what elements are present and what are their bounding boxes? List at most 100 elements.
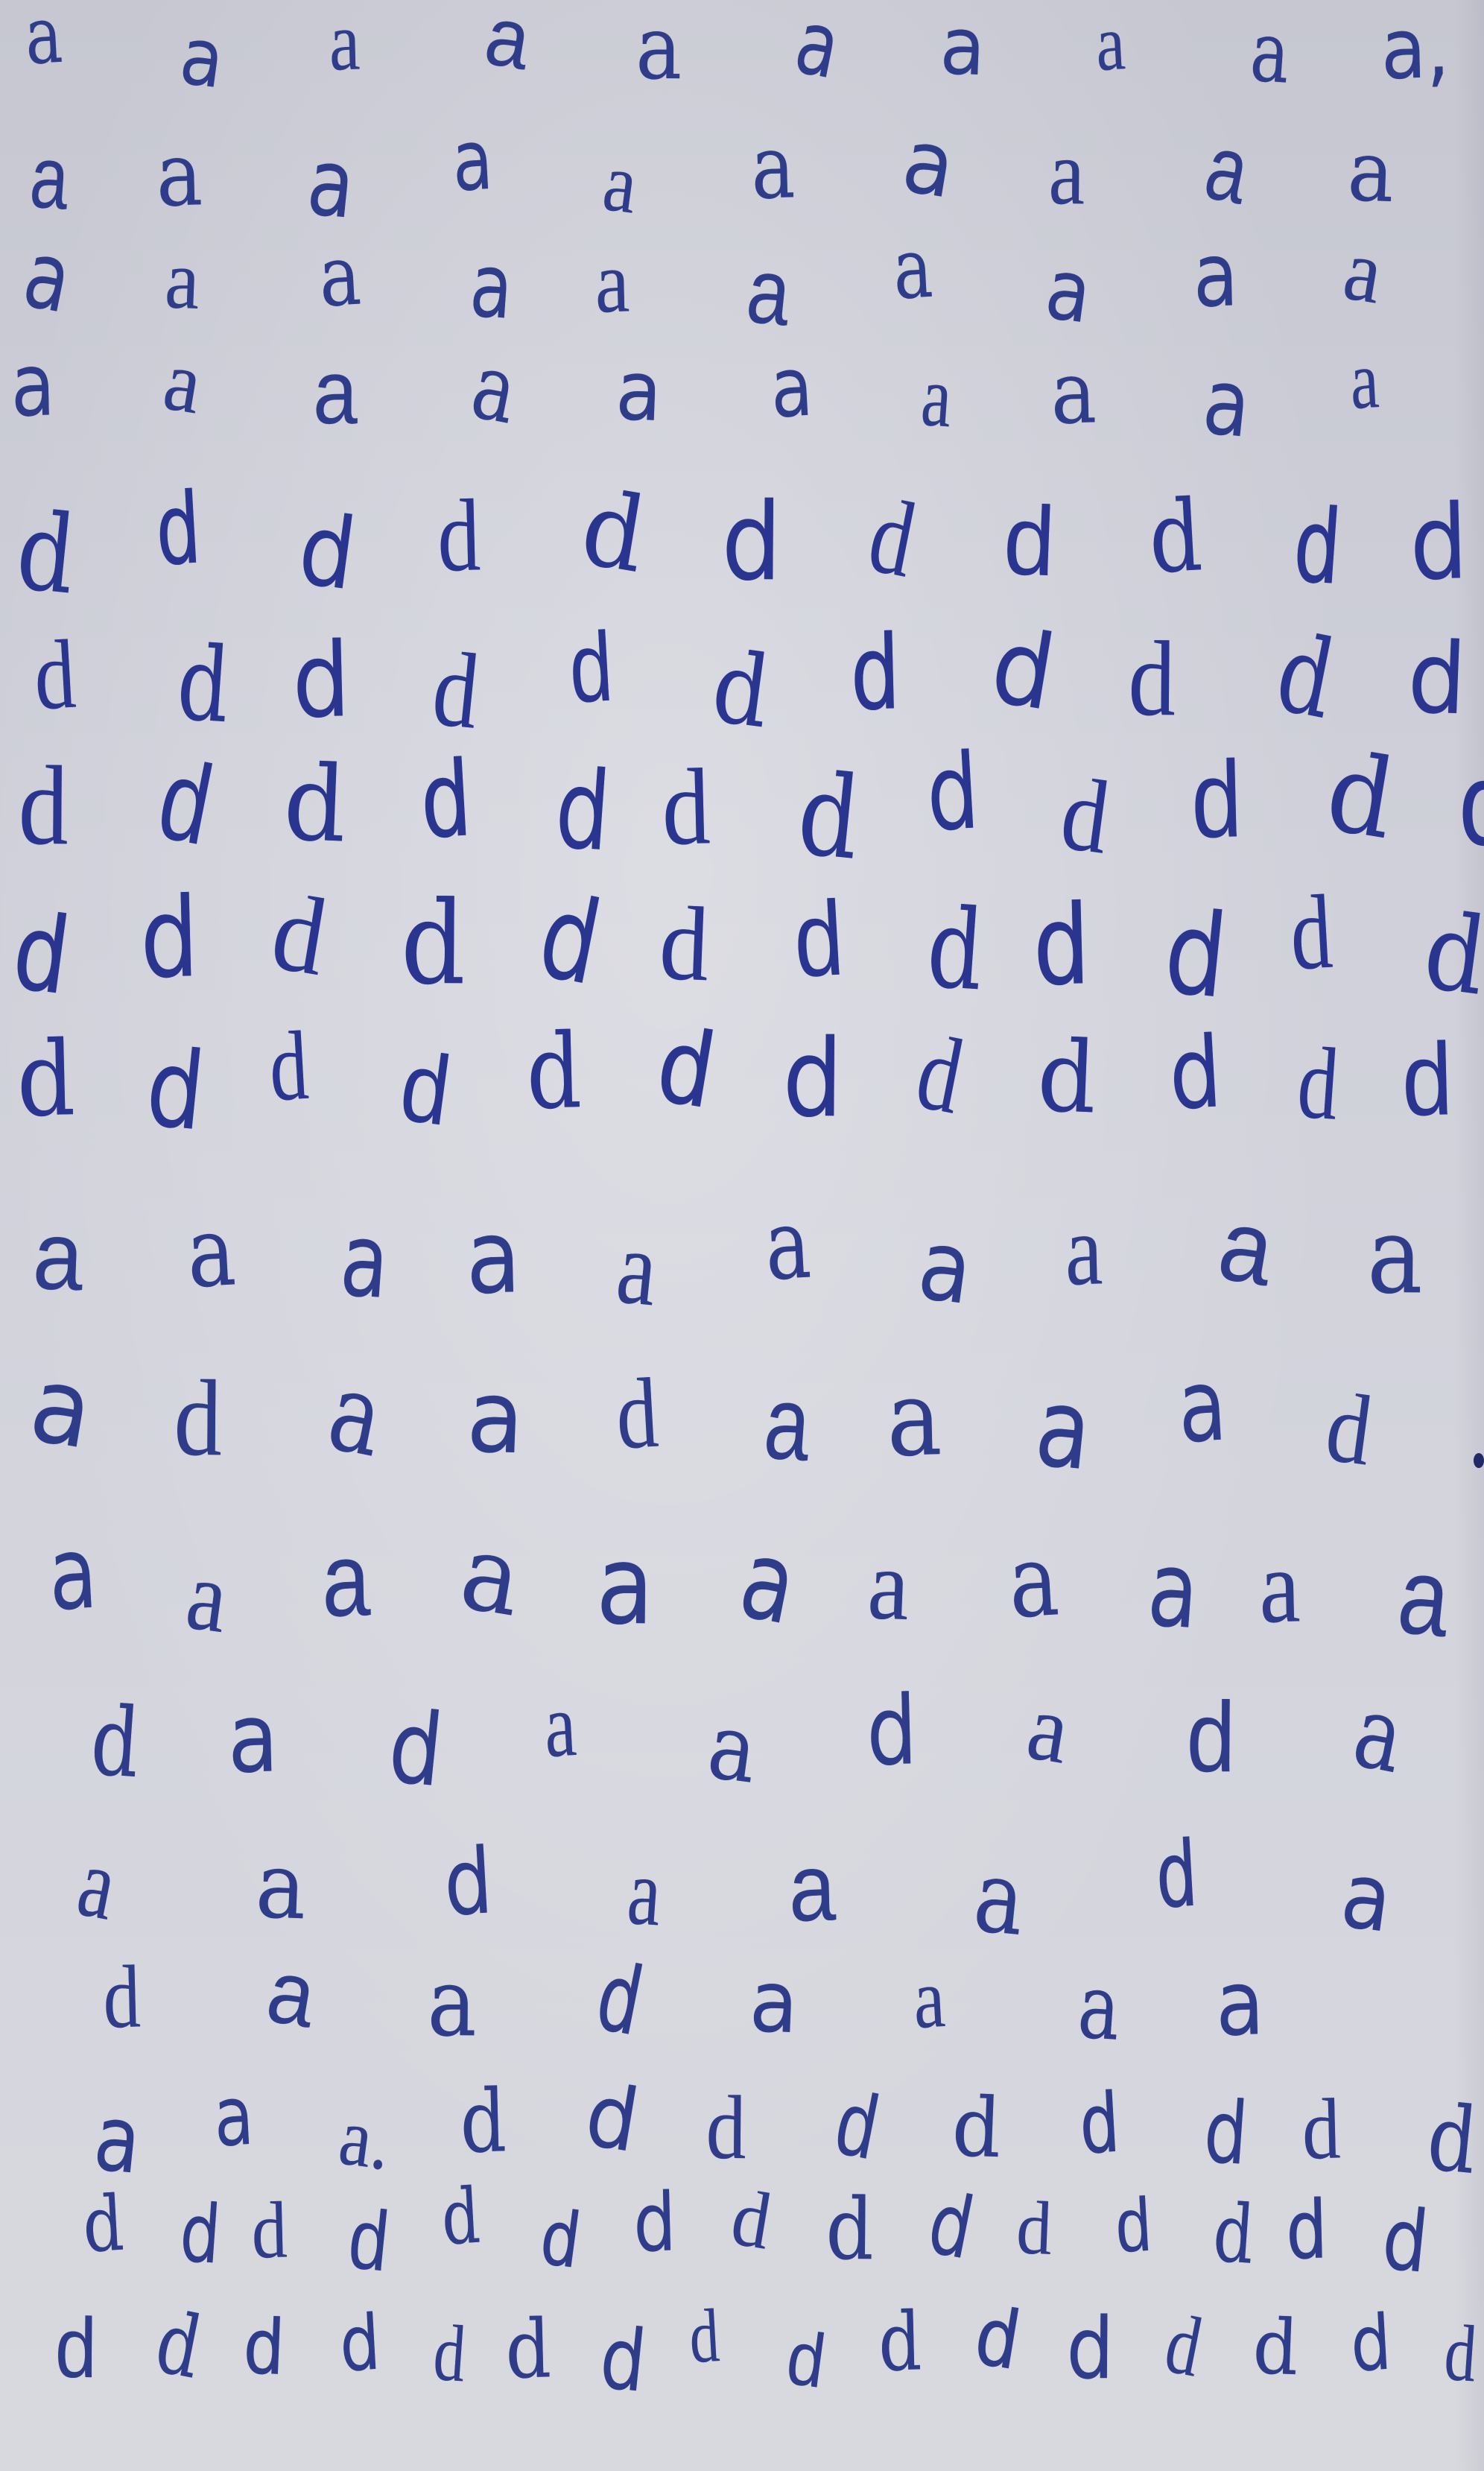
handwritten-letter: a [1247, 3, 1293, 103]
ink-dot-mark [1474, 1453, 1484, 1468]
handwritten-letter: a [612, 1206, 663, 1329]
handwritten-letter: d [828, 2071, 887, 2179]
handwritten-letter: d [1252, 2302, 1301, 2394]
handwritten-letter: d [151, 471, 205, 589]
handwritten-letter: d [18, 742, 69, 869]
handwritten-letter: d [574, 467, 654, 597]
handwritten-letter: a [761, 1363, 815, 1483]
handwritten-letter: a [541, 1674, 579, 1777]
handwritten-letter: d [1320, 1370, 1379, 1487]
handwriting-row: ddddddddddd [0, 468, 1484, 618]
handwritten-letter: d [1348, 2298, 1394, 2390]
handwritten-letter: a [1337, 220, 1389, 323]
handwritten-letter: a [89, 2084, 145, 2195]
handwritten-letter: d [923, 731, 983, 855]
handwritten-letter: d [781, 2315, 831, 2404]
handwritten-letter: d [344, 2191, 393, 2290]
handwritten-letter: d [1377, 2189, 1433, 2292]
handwritten-letter: d [612, 1357, 661, 1470]
handwritten-letter: d [1054, 755, 1116, 876]
handwritten-letter: a [1345, 1672, 1413, 1797]
handwritten-letter: a [22, 0, 65, 83]
handwritten-letter: a, [1380, 0, 1451, 99]
handwritten-letter: a [1040, 240, 1097, 343]
handwritten-letter: d [587, 1941, 653, 2057]
handwritten-letter: d [781, 1015, 843, 1142]
handwritten-letter: d [950, 2078, 1003, 2177]
handwritten-letter: a [466, 233, 516, 339]
handwritten-letter: d [1158, 2295, 1210, 2395]
handwritten-letter: d [566, 611, 615, 724]
handwritten-letter: d [416, 738, 476, 863]
handwritten-letter: d [1210, 2186, 1258, 2282]
handwritten-letter: a [464, 1358, 526, 1477]
handwritten-letter: a [320, 1520, 372, 1639]
handwriting-row: dddddddddddddddd [0, 2289, 1484, 2429]
handwritten-letter: a [464, 1198, 522, 1317]
handwritten-letter: d [80, 2179, 126, 2271]
handwritten-letter: d [907, 1012, 972, 1137]
handwritten-letter: a [478, 0, 537, 88]
handwritten-letter: d [1113, 2181, 1153, 2269]
handwritten-letter: a [594, 1522, 654, 1650]
handwritten-letter: a [1020, 1672, 1077, 1784]
handwritten-letter: d [1417, 889, 1484, 1019]
handwritten-letter: d [149, 735, 223, 870]
handwriting-row: dddddddddddd [0, 1004, 1484, 1155]
handwritten-letter: d [428, 629, 484, 752]
handwritten-letter: d [877, 2295, 923, 2390]
handwritten-letter: d [459, 2071, 508, 2173]
handwritten-letter: d [1127, 619, 1176, 739]
handwritten-letter: d [1185, 1681, 1236, 1794]
handwritten-letter: a [885, 1358, 944, 1481]
handwritten-letter: d [1030, 881, 1093, 1010]
handwritten-letter: d [595, 2308, 651, 2411]
handwritten-letter: a [910, 1949, 948, 2047]
handwritten-letter: a [1366, 1194, 1424, 1318]
handwritten-letter: d [1401, 1022, 1454, 1138]
handwritten-letter: d [1159, 885, 1233, 1025]
handwriting-row: aaaaaaaaaa [0, 1186, 1484, 1329]
handwritten-letter: d [848, 613, 903, 734]
handwritten-letter: a [316, 227, 364, 326]
handwritten-letter: d [657, 883, 711, 1004]
handwritten-letter: d [860, 475, 925, 601]
handwritten-letter: d [790, 879, 846, 1000]
handwritten-letter: d [1015, 2186, 1053, 2271]
handwritten-letter: d [291, 620, 352, 741]
handwritten-letter: d [825, 2179, 874, 2279]
handwritten-letter: a [742, 238, 796, 346]
handwritten-letter: d [440, 2171, 483, 2263]
handwritten-letter: a [184, 1194, 239, 1310]
handwritten-letter: a [1093, 0, 1127, 88]
handwritten-letter: d [1200, 2081, 1251, 2185]
handwritten-letter: d [141, 1024, 210, 1155]
handwritten-letter: d [148, 2292, 210, 2398]
handwritten-letter: d [535, 2193, 587, 2287]
handwritten-letter: d [266, 1010, 311, 1122]
handwritten-letter: d [11, 487, 81, 618]
handwritten-letter: a [452, 1511, 530, 1641]
handwritten-letter: a [1258, 1528, 1301, 1645]
handwritten-letter: a [1335, 1841, 1398, 1953]
handwritten-letter: d [54, 2300, 98, 2396]
handwriting-row: aadaaada [0, 1821, 1484, 1960]
handwritten-letter: a [613, 342, 664, 440]
handwritten-letter: d [337, 2298, 383, 2390]
handwritten-letter: d [1166, 1015, 1225, 1133]
handwritten-letter: a [969, 1838, 1030, 1959]
handwritten-letter: d [578, 2064, 646, 2173]
handwritten-letter: d [705, 2077, 746, 2179]
handwritten-letter: d [15, 1019, 77, 1140]
handwritten-letter: a [180, 1539, 235, 1654]
handwritten-letter: d [101, 1946, 142, 2047]
handwritten-letter: d [660, 746, 712, 868]
handwritten-letter: d [864, 1675, 919, 1788]
handwritten-letter: a [450, 111, 495, 211]
handwriting-row: adaadaaaad [0, 1344, 1484, 1495]
handwritten-letter: d [725, 2172, 777, 2267]
handwritten-letter: a [749, 115, 796, 219]
handwritten-letter: d [1406, 620, 1468, 738]
paper-sheet: a a a a a a a a a a, a a a a a a a a a a a a a a a a a a a a a a a a a a a a a… [0, 0, 1484, 2471]
handwritten-letter: a [1347, 334, 1381, 427]
